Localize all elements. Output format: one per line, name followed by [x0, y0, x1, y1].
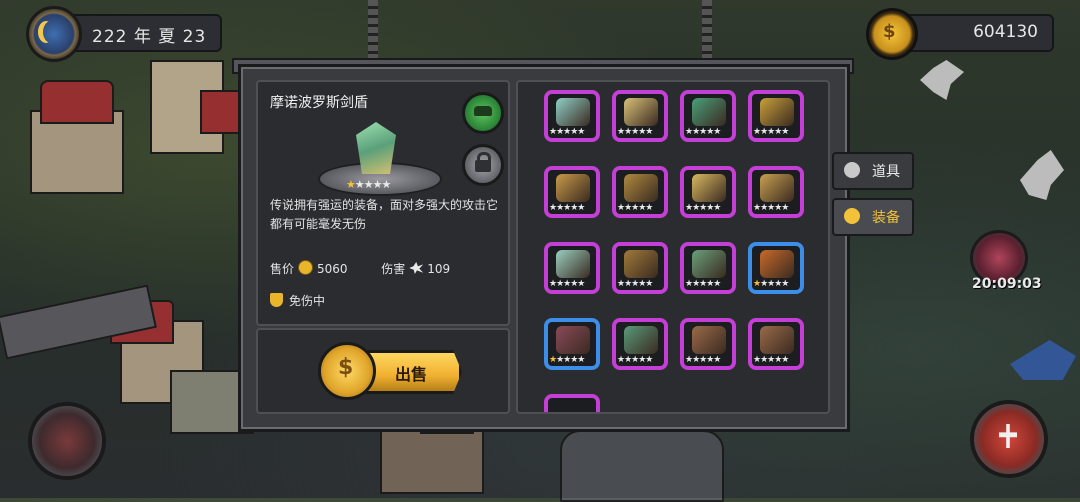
inventory-slot[interactable]: ★★★★★: [680, 318, 736, 370]
tab-equipment-label: 装备: [872, 210, 900, 226]
slot-star-rating: ★★★★★: [685, 279, 721, 289]
slot-star-rating: ★★★★★: [617, 355, 653, 365]
inventory-slot[interactable]: ★★★★★: [748, 166, 804, 218]
status-text: 免伤中: [289, 294, 326, 308]
item-star-rating: ★★★★★: [346, 178, 391, 191]
item-stats: 售价 5060 伤害 109: [270, 260, 450, 277]
slot-star-rating: ★★★★★: [685, 127, 721, 137]
date-text: 222 年 夏 23: [92, 27, 207, 47]
slot-star-rating: ★★★★★: [617, 279, 653, 289]
equipment-icon: [624, 326, 658, 354]
sword-shield-icon: [356, 122, 396, 174]
gold-amount: 604130: [973, 22, 1038, 42]
sell-panel: 出售: [256, 328, 510, 414]
battle-button[interactable]: [970, 400, 1048, 478]
chain-decoration: [368, 0, 378, 58]
season-clock-icon[interactable]: [26, 6, 82, 62]
armor-icon: [844, 208, 860, 224]
lock-button[interactable]: [462, 144, 504, 186]
sell-label: 出售: [395, 365, 428, 384]
slot-star-rating: ★★★★★: [753, 355, 789, 365]
equipment-icon: [692, 98, 726, 126]
inventory-grid: ★★★★★ ★★★★★ ★★★★★ ★★★★★ ★★★★★ ★★★★★ ★★★★★ ★★★★★…: [516, 80, 830, 414]
item-detail-panel: 摩诺波罗斯剑盾 ★★★★★ 传说拥有强运的装备，面对多强大的攻击它都有可能毫发无…: [256, 80, 510, 326]
slot-star-rating: ★★★★★: [549, 279, 585, 289]
inventory-slot[interactable]: ★★★★★: [544, 166, 600, 218]
equipment-icon: [760, 250, 794, 278]
inventory-slot[interactable]: ★★★★★: [612, 242, 668, 294]
boss-timer: 20:09:03: [972, 276, 1042, 292]
inventory-slot[interactable]: ★★★★★: [612, 90, 668, 142]
equipment-icon: [624, 174, 658, 202]
equipment-icon: [556, 174, 590, 202]
inventory-slot[interactable]: ★★★★★: [680, 242, 736, 294]
potion-icon: [844, 162, 860, 178]
equipment-icon: [760, 326, 794, 354]
equip-button[interactable]: [462, 92, 504, 134]
equipment-icon: [692, 174, 726, 202]
inventory-slot[interactable]: ★★★★★: [544, 242, 600, 294]
tab-items-label: 道具: [872, 164, 900, 180]
slot-star-rating: ★★★★★: [685, 203, 721, 213]
slot-star-rating: ★★★★★: [549, 127, 585, 137]
equipment-icon: [556, 98, 590, 126]
slot-star-rating: ★★★★★: [753, 127, 789, 137]
equipment-icon: [556, 250, 590, 278]
inventory-slot[interactable]: ★★★★★: [748, 90, 804, 142]
tab-items[interactable]: 道具: [832, 152, 914, 190]
price-label: 售价: [270, 262, 295, 276]
slot-star-rating: ★★★★★: [753, 279, 789, 289]
status-row: 免伤中: [270, 292, 325, 309]
inventory-slot[interactable]: ★★★★★: [544, 90, 600, 142]
inventory-slot[interactable]: ★★★★★: [680, 90, 736, 142]
inventory-slot[interactable]: ★★★★★: [544, 318, 600, 370]
inventory-slot[interactable]: ★★★★★: [680, 166, 736, 218]
equipment-icon: [624, 98, 658, 126]
coin-icon: [298, 260, 314, 275]
damage-value: 109: [427, 262, 451, 276]
equipment-icon: [556, 326, 590, 354]
shield-icon: [270, 293, 283, 307]
town-button[interactable]: [28, 402, 106, 480]
gold-display: 604130: [898, 14, 1054, 52]
inventory-slot[interactable]: ★★★★★: [612, 166, 668, 218]
chain-decoration: [702, 0, 712, 58]
equipment-icon: [692, 326, 726, 354]
item-description: 传说拥有强运的装备，面对多强大的攻击它都有可能毫发无伤: [270, 198, 499, 231]
gold-coin-icon: $: [866, 8, 918, 60]
slot-star-rating: ★★★★★: [617, 203, 653, 213]
equipment-icon: [624, 250, 658, 278]
equipment-icon: [760, 174, 794, 202]
slot-star-rating: ★★★★★: [549, 203, 585, 213]
damage-label: 伤害: [381, 262, 406, 276]
slot-star-rating: ★★★★★: [549, 355, 585, 365]
slot-star-rating: ★★★★★: [685, 355, 721, 365]
item-name: 摩诺波罗斯剑盾: [270, 95, 368, 111]
equipment-icon: [760, 98, 794, 126]
inventory-slot[interactable]: ★★★★★: [612, 318, 668, 370]
damage-icon: [409, 262, 424, 274]
slot-star-rating: ★★★★★: [753, 203, 789, 213]
inventory-slot[interactable]: ★★★★★: [748, 242, 804, 294]
inventory-slot[interactable]: [544, 394, 600, 412]
tab-equipment[interactable]: 装备: [832, 198, 914, 236]
price-value: 5060: [317, 262, 348, 276]
equipment-icon: [692, 250, 726, 278]
inventory-slot[interactable]: ★★★★★: [748, 318, 804, 370]
slot-star-rating: ★★★★★: [617, 127, 653, 137]
sell-coin-icon[interactable]: [318, 342, 376, 400]
